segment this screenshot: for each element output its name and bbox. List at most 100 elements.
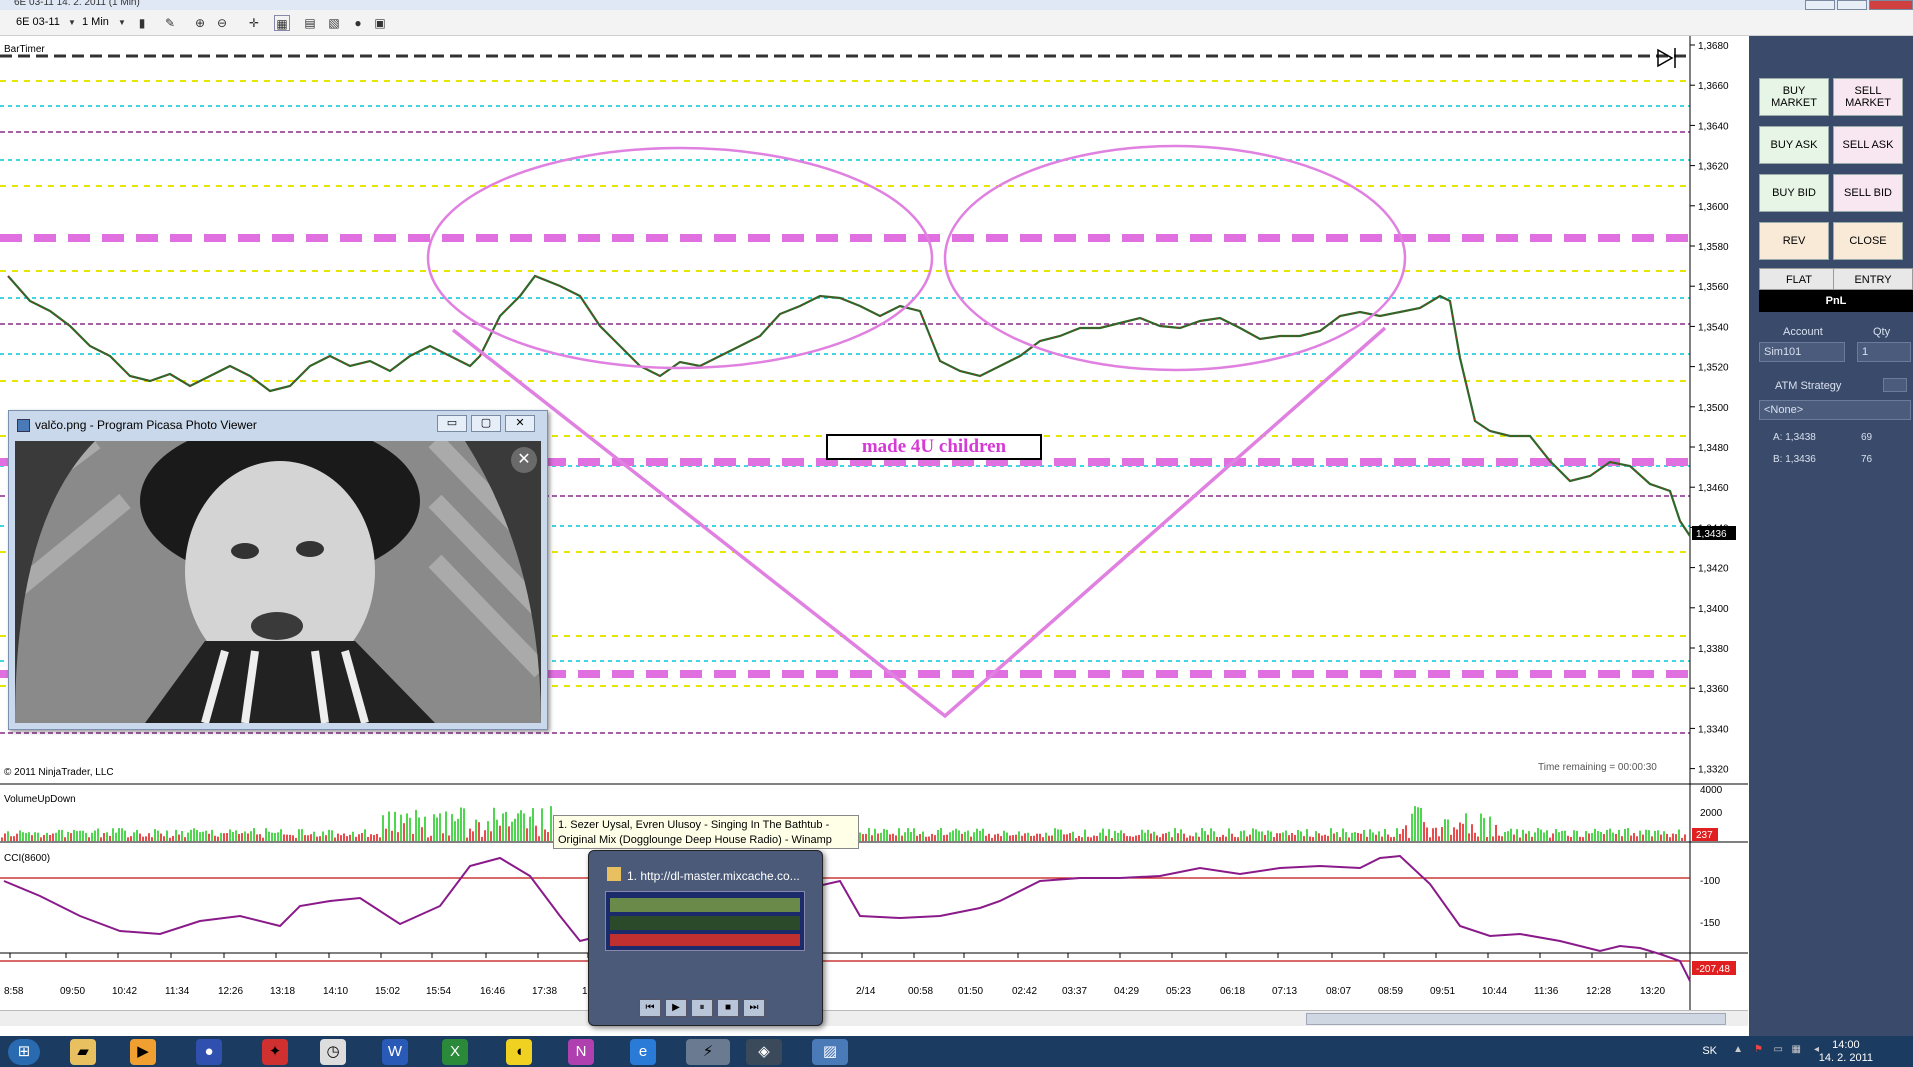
pin-icon[interactable]: ✦ (262, 1039, 288, 1065)
pause-icon[interactable]: ⏸ (691, 999, 713, 1017)
stop-icon[interactable]: ■ (717, 999, 739, 1017)
word-icon[interactable]: W (382, 1039, 408, 1065)
indicators-icon[interactable]: ▤ (302, 15, 318, 31)
window-controls (1803, 0, 1913, 10)
explorer-icon[interactable]: ▰ (70, 1039, 96, 1065)
atm-properties-button[interactable] (1883, 378, 1907, 392)
price-tick-label: 1,3420 (1698, 564, 1729, 575)
price-tick-label: 1,3580 (1698, 242, 1729, 253)
copyright-label: © 2011 NinjaTrader, LLC (4, 767, 114, 778)
time-tick-label: 16:46 (480, 986, 505, 997)
volume-label: VolumeUpDown (4, 794, 76, 805)
close-photo-icon[interactable]: ✕ (511, 447, 537, 473)
tray-network-icon[interactable]: ▦ (1792, 1044, 1801, 1055)
price-tick-label: 1,3340 (1698, 724, 1729, 735)
buy-market-button[interactable]: BUY MARKET (1759, 78, 1829, 116)
tray-monitor-icon[interactable]: ▭ (1774, 1044, 1783, 1055)
zoom-in-icon[interactable]: ⊕ (192, 15, 208, 31)
minimize-button[interactable] (1805, 0, 1835, 10)
ellipse-drawing (426, 146, 934, 370)
properties-icon[interactable]: ▣ (372, 15, 388, 31)
price-tick-label: 1,3540 (1698, 322, 1729, 333)
price-tick-label: 1,3640 (1698, 121, 1729, 132)
picasa-window[interactable]: valčo.png - Program Picasa Photo Viewer … (8, 410, 548, 730)
ellipse-drawing (943, 144, 1407, 372)
excel-icon[interactable]: X (442, 1039, 468, 1065)
ask-size: 69 (1861, 432, 1873, 443)
grid-icon[interactable]: ▦ (274, 15, 290, 31)
qty-input[interactable]: 1 (1857, 342, 1911, 362)
sell-ask-button[interactable]: SELL ASK (1833, 126, 1903, 164)
cci-axis-label: -150 (1700, 918, 1720, 929)
qty-value: 1 (1862, 346, 1869, 358)
winamp-title: 1. http://dl-master.mixcache.co... (627, 869, 800, 883)
previous-icon[interactable]: ⏮ (639, 999, 661, 1017)
atm-strategy-label: ATM Strategy (1775, 380, 1842, 392)
strategy-icon[interactable]: ▧ (326, 15, 342, 31)
last-price-label: 1,3436 (1696, 529, 1727, 540)
onenote-icon[interactable]: N (568, 1039, 594, 1065)
cci-label: CCI(8600) (4, 853, 51, 864)
start-button[interactable]: ⊞ (8, 1039, 40, 1065)
pencil-icon[interactable]: ✎ (162, 15, 178, 31)
picasa-taskbar-icon[interactable]: ▨ (812, 1039, 848, 1065)
rev-button[interactable]: REV (1759, 222, 1829, 260)
next-icon[interactable]: ⏭ (743, 999, 765, 1017)
language-indicator[interactable]: SK (1702, 1045, 1717, 1057)
tray-flag-icon[interactable]: ⚑ (1754, 1044, 1763, 1055)
buy-ask-button[interactable]: BUY ASK (1759, 126, 1829, 164)
candlestick-icon[interactable]: ▮ (134, 15, 150, 31)
winamp-taskbar-icon[interactable]: ⚡ (686, 1039, 730, 1065)
title-bar: 6E 03-11 14. 2. 2011 (1 Min) (0, 0, 1913, 10)
time-tick-label: 13:20 (1640, 986, 1665, 997)
horizontal-scrollbar[interactable] (0, 1010, 1748, 1026)
clock-app-icon[interactable]: ◷ (320, 1039, 346, 1065)
media-player-icon[interactable]: ▶ (130, 1039, 156, 1065)
cci-last-label: -207,48 (1696, 964, 1730, 975)
restore-button[interactable]: ▢ (471, 415, 501, 432)
play-icon[interactable]: ▶ (665, 999, 687, 1017)
close-button[interactable] (1869, 0, 1913, 10)
chevron-down-icon[interactable]: ▼ (64, 15, 80, 31)
crosshair-icon[interactable]: ✛ (246, 15, 262, 31)
record-icon[interactable]: ● (350, 15, 366, 31)
internet-explorer-icon[interactable]: e (630, 1039, 656, 1065)
price-tick-label: 1,3620 (1698, 162, 1729, 173)
time-tick-label: 09:51 (1430, 986, 1455, 997)
buy-bid-button[interactable]: BUY BID (1759, 174, 1829, 212)
bartimer-label: BarTimer (4, 44, 45, 55)
messenger-icon[interactable]: ● (196, 1039, 222, 1065)
tray-arrow-icon[interactable]: ▲ (1733, 1044, 1743, 1055)
chevron-down-icon[interactable]: ▼ (114, 15, 130, 31)
close-button[interactable]: ✕ (505, 415, 535, 432)
cci-axis-label: -100 (1700, 876, 1720, 887)
volume-axis-label: 2000 (1700, 808, 1723, 819)
taskbar-clock[interactable]: 14:00 14. 2. 2011 (1819, 1039, 1873, 1065)
qty-label: Qty (1873, 326, 1891, 338)
scroll-thumb[interactable] (1306, 1013, 1726, 1025)
instrument-selector[interactable]: 6E 03-11 (16, 14, 60, 31)
atm-strategy-select[interactable]: <None> (1759, 400, 1911, 420)
tab-flat[interactable]: FLAT (1759, 268, 1839, 290)
time-tick-label: 15:54 (426, 986, 451, 997)
clock-time: 14:00 (1832, 1039, 1860, 1051)
maximize-button[interactable] (1837, 0, 1867, 10)
sell-market-button[interactable]: SELL MARKET (1833, 78, 1903, 116)
tab-entry[interactable]: ENTRY (1833, 268, 1913, 290)
interval-selector[interactable]: 1 Min (82, 14, 109, 31)
winamp-thumbnail[interactable]: 1. http://dl-master.mixcache.co... ⏮ ▶ ⏸… (588, 850, 823, 1026)
time-tick-label: 04:29 (1114, 986, 1139, 997)
winamp-tooltip: 1. Sezer Uysal, Evren Ulusoy - Singing I… (553, 815, 859, 849)
zoom-out-icon[interactable]: ⊖ (214, 15, 230, 31)
minimize-button[interactable]: ▭ (437, 415, 467, 432)
pacman-icon[interactable]: ◖ (506, 1039, 532, 1065)
picasa-title: valčo.png - Program Picasa Photo Viewer (35, 418, 257, 432)
account-select[interactable]: Sim101 (1759, 342, 1845, 362)
chart-toolbar: 6E 03-11 ▼ 1 Min ▼ ▮ ✎ ⊕ ⊖ ✛ ▦ ▤ ▧ ● ▣ (0, 10, 1913, 36)
ninjatrader-icon[interactable]: ◈ (746, 1039, 782, 1065)
time-tick-label: 10:42 (112, 986, 137, 997)
sell-bid-button[interactable]: SELL BID (1833, 174, 1903, 212)
close-button[interactable]: CLOSE (1833, 222, 1903, 260)
picasa-icon (17, 419, 30, 432)
time-tick-label: 11:36 (1534, 986, 1559, 997)
